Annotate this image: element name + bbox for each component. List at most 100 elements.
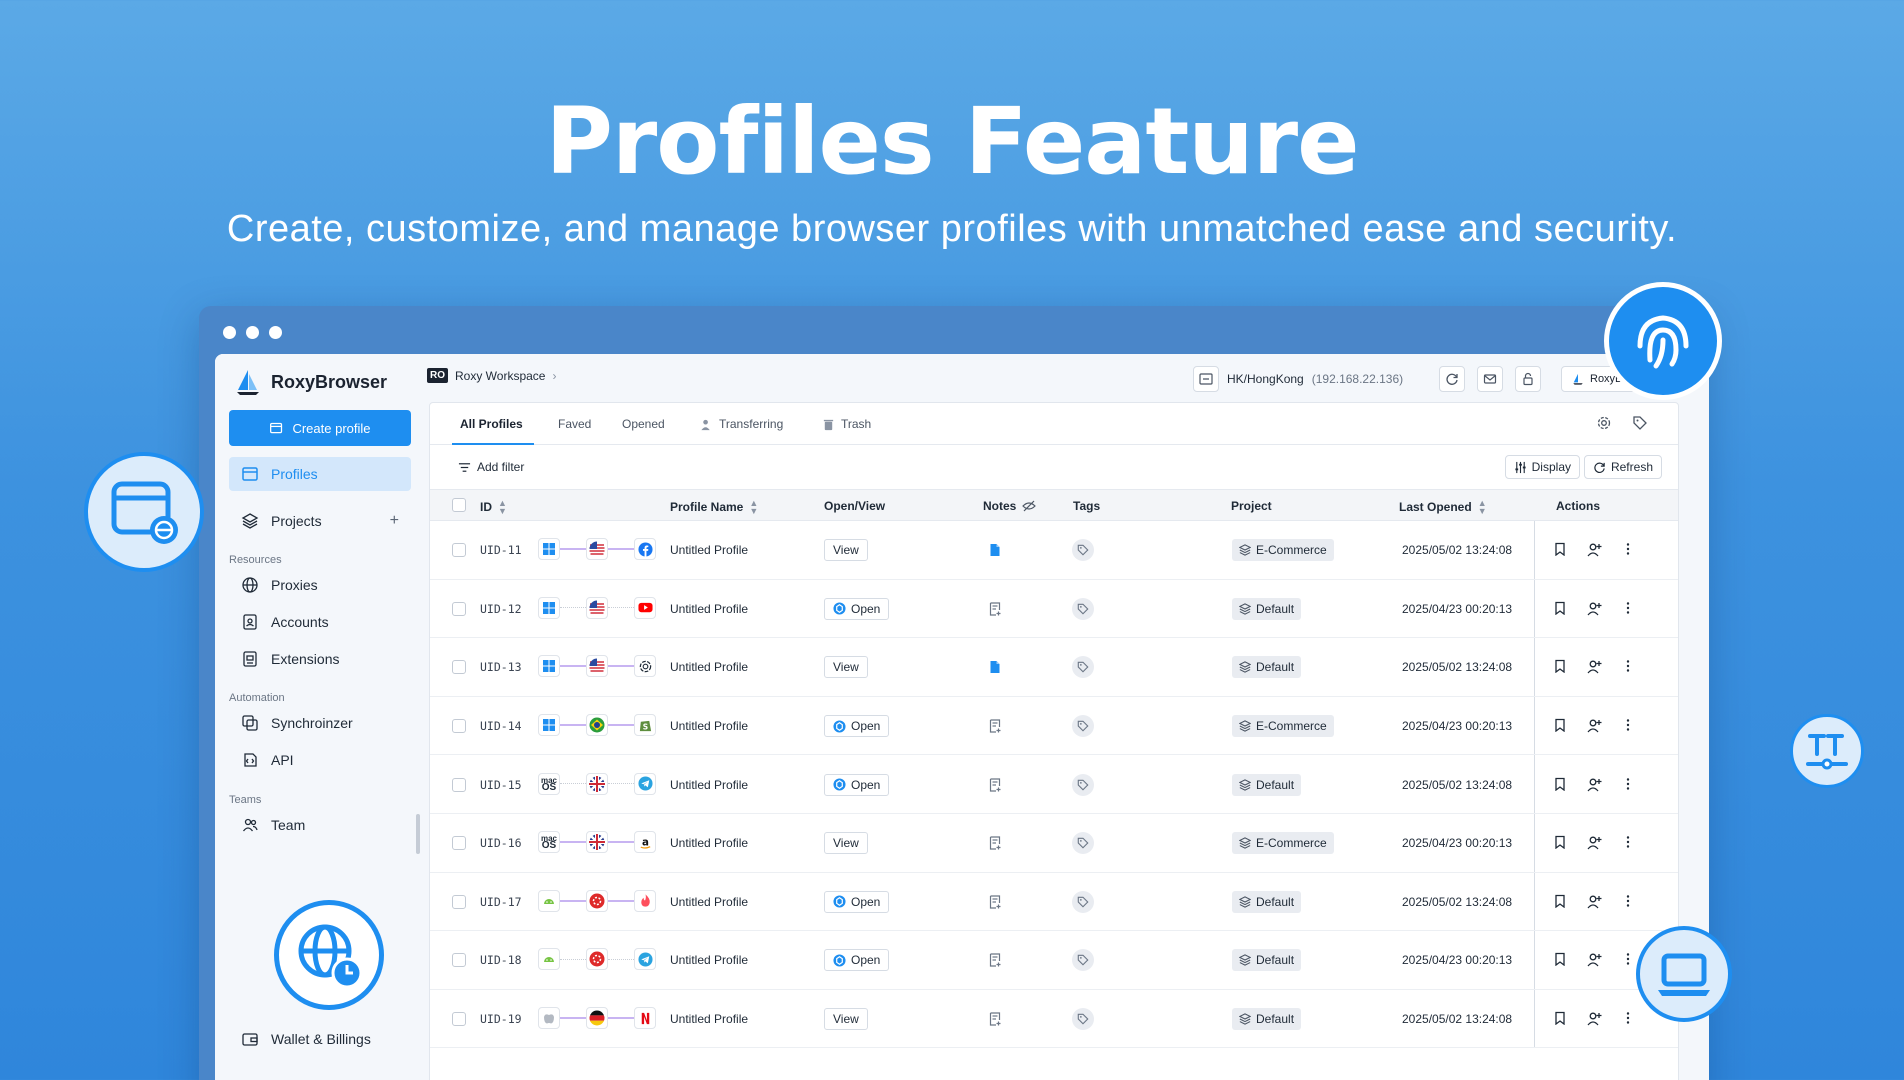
- more-options-icon[interactable]: [1621, 835, 1637, 851]
- add-note-icon[interactable]: [988, 953, 1002, 968]
- tag-icon[interactable]: [1632, 415, 1648, 431]
- add-note-icon[interactable]: [988, 719, 1002, 733]
- bookmark-icon[interactable]: [1553, 952, 1569, 968]
- assign-user-icon[interactable]: [1587, 952, 1603, 968]
- sidebar-item-accounts[interactable]: Accounts: [229, 605, 411, 639]
- sidebar-item-projects[interactable]: Projects +: [229, 504, 411, 538]
- bookmark-icon[interactable]: [1553, 601, 1569, 617]
- table-row[interactable]: UID-19 Untitled Profile View Default 202…: [430, 989, 1678, 1049]
- assign-user-icon[interactable]: [1587, 718, 1603, 734]
- create-profile-button[interactable]: Create profile: [229, 410, 411, 446]
- wallet-billings-link[interactable]: Wallet & Billings: [241, 1030, 371, 1048]
- sidebar-item-api[interactable]: API: [229, 743, 411, 777]
- assign-user-icon[interactable]: [1587, 835, 1603, 851]
- tab-faved[interactable]: Faved: [558, 417, 591, 431]
- tag-icon[interactable]: [1072, 539, 1094, 562]
- row-checkbox[interactable]: [452, 719, 466, 734]
- add-note-icon[interactable]: [988, 602, 1002, 616]
- table-row[interactable]: UID-17 Untitled Profile Open Default 202…: [430, 872, 1678, 932]
- profile-name[interactable]: Untitled Profile: [670, 895, 748, 909]
- open-button[interactable]: Open: [824, 715, 890, 738]
- add-note-icon[interactable]: [988, 895, 1002, 909]
- bookmark-icon[interactable]: [1553, 542, 1569, 558]
- tag-icon[interactable]: [1072, 949, 1094, 972]
- tab-opened[interactable]: Opened: [622, 417, 665, 431]
- table-row[interactable]: UID-12 Untitled Profile Open Default 202…: [430, 579, 1678, 639]
- more-options-icon[interactable]: [1621, 1011, 1637, 1027]
- tab-trash[interactable]: Trash: [822, 417, 871, 431]
- more-options-icon[interactable]: [1621, 659, 1637, 675]
- more-options-icon[interactable]: [1621, 718, 1637, 734]
- add-note-icon[interactable]: [988, 778, 1002, 792]
- table-row[interactable]: UID-16 mac OS a Untitled Profile View E-C…: [430, 814, 1678, 873]
- sidebar-item-profiles[interactable]: Profiles: [229, 457, 411, 491]
- bookmark-icon[interactable]: [1553, 835, 1569, 851]
- more-options-icon[interactable]: [1621, 777, 1637, 793]
- select-all-checkbox[interactable]: [452, 498, 466, 512]
- assign-user-icon[interactable]: [1587, 894, 1603, 910]
- open-button[interactable]: Open: [824, 890, 890, 913]
- brand[interactable]: RoxyBrowser: [235, 368, 387, 396]
- view-button[interactable]: View: [824, 539, 868, 562]
- bookmark-icon[interactable]: [1553, 718, 1569, 734]
- bookmark-icon[interactable]: [1553, 1011, 1569, 1027]
- profile-name[interactable]: Untitled Profile: [670, 836, 748, 850]
- profile-name[interactable]: Untitled Profile: [670, 660, 748, 674]
- row-checkbox[interactable]: [452, 1012, 466, 1027]
- assign-user-icon[interactable]: [1587, 1011, 1603, 1027]
- assign-user-icon[interactable]: [1587, 542, 1603, 558]
- open-button[interactable]: Open: [824, 773, 890, 796]
- tag-icon[interactable]: [1072, 597, 1094, 620]
- column-profile-name[interactable]: Profile Name ▲ ▼: [670, 499, 758, 516]
- workspace-switcher[interactable]: RO Roxy Workspace ›: [427, 368, 556, 383]
- sidebar-scrollbar[interactable]: [416, 814, 420, 854]
- table-row[interactable]: UID-11 Untitled Profile View E-Commerce …: [430, 521, 1678, 580]
- tag-icon[interactable]: [1072, 832, 1094, 855]
- add-filter-button[interactable]: Add filter: [458, 460, 524, 474]
- lock-icon[interactable]: [1515, 366, 1541, 392]
- assign-user-icon[interactable]: [1587, 659, 1603, 675]
- row-checkbox[interactable]: [452, 894, 466, 909]
- sync-icon[interactable]: [1439, 366, 1465, 392]
- assign-user-icon[interactable]: [1587, 777, 1603, 793]
- view-button[interactable]: View: [824, 832, 868, 855]
- tag-icon[interactable]: [1072, 715, 1094, 738]
- bookmark-icon[interactable]: [1553, 894, 1569, 910]
- sidebar-item-extensions[interactable]: Extensions: [229, 642, 411, 676]
- bookmark-icon[interactable]: [1553, 777, 1569, 793]
- column-notes[interactable]: Notes: [983, 499, 1037, 513]
- proxy-indicator[interactable]: HK/HongKong (192.168.22.136): [1193, 366, 1403, 392]
- refresh-button[interactable]: Refresh: [1583, 455, 1662, 479]
- more-options-icon[interactable]: [1621, 894, 1637, 910]
- row-checkbox[interactable]: [452, 953, 466, 968]
- tag-icon[interactable]: [1072, 656, 1094, 679]
- table-row[interactable]: UID-13 Untitled Profile View Default 202…: [430, 638, 1678, 697]
- bookmark-icon[interactable]: [1553, 659, 1569, 675]
- profile-name[interactable]: Untitled Profile: [670, 778, 748, 792]
- table-row[interactable]: UID-18 Untitled Profile Open Default 202…: [430, 931, 1678, 990]
- column-id[interactable]: ID ▲ ▼: [480, 499, 507, 516]
- add-note-icon[interactable]: [988, 836, 1002, 850]
- row-checkbox[interactable]: [452, 777, 466, 792]
- more-options-icon[interactable]: [1621, 542, 1637, 558]
- sidebar-item-proxies[interactable]: Proxies: [229, 568, 411, 602]
- eye-off-icon[interactable]: [1022, 499, 1037, 513]
- add-project-icon[interactable]: +: [390, 512, 399, 530]
- mail-icon[interactable]: [1477, 366, 1503, 392]
- display-button[interactable]: Display: [1504, 455, 1580, 479]
- sidebar-item-synchronizer[interactable]: Synchroinzer: [229, 706, 411, 740]
- note-filled-icon[interactable]: [988, 543, 1002, 557]
- view-button[interactable]: View: [824, 1008, 868, 1031]
- tag-icon[interactable]: [1072, 773, 1094, 796]
- row-checkbox[interactable]: [452, 601, 466, 616]
- table-row[interactable]: UID-15 mac OS Untitled Profile Open Defau…: [430, 755, 1678, 814]
- profile-name[interactable]: Untitled Profile: [670, 602, 748, 616]
- row-checkbox[interactable]: [452, 660, 466, 675]
- tag-icon[interactable]: [1072, 1008, 1094, 1031]
- gear-icon[interactable]: [1596, 415, 1612, 431]
- tag-icon[interactable]: [1072, 890, 1094, 913]
- row-checkbox[interactable]: [452, 543, 466, 558]
- more-options-icon[interactable]: [1621, 601, 1637, 617]
- tab-transferring[interactable]: Transferring: [700, 417, 783, 431]
- profile-name[interactable]: Untitled Profile: [670, 719, 748, 733]
